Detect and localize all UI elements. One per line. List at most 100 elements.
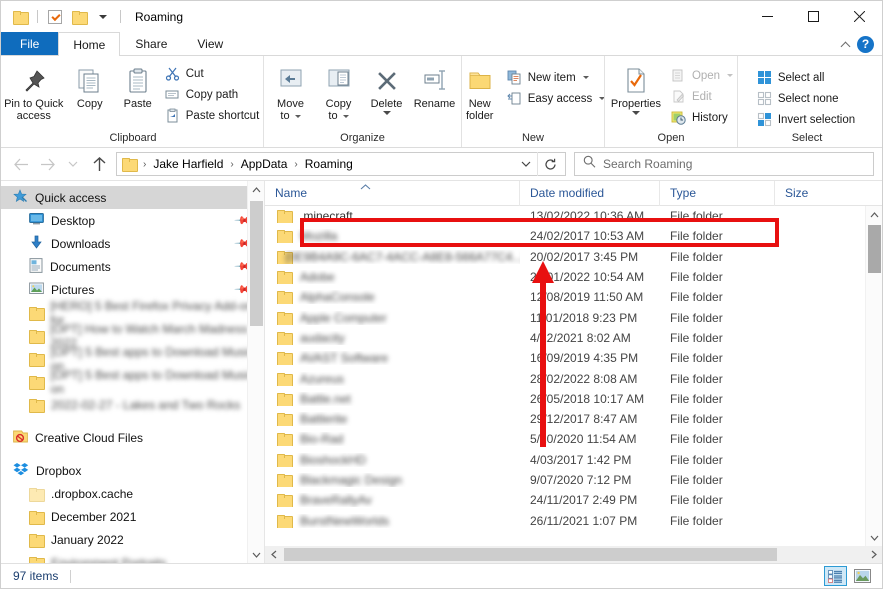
cut-button[interactable]: Cut [162,63,265,84]
table-row[interactable]: audacity 4/12/2021 8:02 AM File folder [265,328,882,348]
file-name: Battlerite [300,412,348,427]
copy-to-button[interactable]: Copy to [315,61,363,125]
column-header-size[interactable]: Size [775,181,835,206]
navigation-scrollbar[interactable] [247,181,264,563]
tab-share[interactable]: Share [120,32,182,55]
customize-caret-icon[interactable] [92,6,114,28]
table-row[interactable]: Mozilla 24/02/2017 10:53 AM File folder [265,226,882,246]
tab-file[interactable]: File [1,32,59,55]
back-button[interactable] [9,152,33,176]
downloads-icon [29,235,44,253]
address-dropdown-icon[interactable] [515,153,537,175]
scroll-down-icon[interactable] [866,529,883,546]
close-button[interactable] [836,1,882,32]
copy-button[interactable]: Copy [66,61,114,113]
table-row[interactable]: Bio-Rad 5/10/2020 11:54 AM File folder [265,429,882,449]
pin-to-quick-access-button[interactable]: Pin to Quick access [2,61,66,125]
sidebar-item-december-2021[interactable]: December 2021 [1,505,264,528]
refresh-icon[interactable] [537,152,563,176]
tab-view[interactable]: View [182,32,238,55]
move-to-button[interactable]: Move to [267,61,315,125]
breadcrumb-item-appdata[interactable]: AppData [236,155,293,173]
delete-button[interactable]: Delete [363,61,411,118]
up-button[interactable] [87,152,111,176]
address-bar: › Jake Harfield › AppData › Roaming Sear… [1,148,882,180]
open-button[interactable]: Open [668,65,738,86]
table-row[interactable]: AVAST Software 16/09/2019 4:35 PM File f… [265,348,882,368]
sidebar-item-shared-folder[interactable]: Environment Portraits [1,551,264,563]
breadcrumb: › Jake Harfield › AppData › Roaming [141,155,515,173]
copy-path-button[interactable]: Copy path [162,84,265,105]
breadcrumb-item-roaming[interactable]: Roaming [300,155,358,173]
sidebar-item-documents[interactable]: Documents 📌 [1,255,264,278]
scroll-down-icon[interactable] [248,546,264,563]
table-row[interactable]: Blackmagic Design 9/07/2020 7:12 PM File… [265,470,882,490]
scroll-left-icon[interactable] [265,546,282,563]
sidebar-item-pinned-folder[interactable]: [OPT] 5 Best apps to Download Music on [1,368,264,396]
table-row[interactable]: Battle.net 26/05/2018 10:17 AM File fold… [265,389,882,409]
navigation-scroll-thumb[interactable] [250,201,263,326]
group-label-organize: Organize [340,132,385,144]
paste-shortcut-button[interactable]: Paste shortcut [162,105,265,126]
column-header-date-modified[interactable]: Date modified [520,180,660,206]
folder-icon[interactable] [9,6,31,28]
scroll-right-icon[interactable] [865,546,882,563]
help-icon[interactable]: ? [857,35,874,53]
invert-selection-button[interactable]: Invert selection [754,109,860,130]
easy-access-button[interactable]: Easy access [504,88,611,109]
column-header-name[interactable]: Name [265,180,520,206]
scroll-up-icon[interactable] [248,181,264,198]
sidebar-item-dropbox-cache[interactable]: .dropbox.cache [1,482,264,505]
table-row[interactable]: BraveRallyAv 24/11/2017 2:49 PM File fol… [265,490,882,510]
file-list-hscrollbar[interactable] [265,546,882,563]
sidebar-item-pinned-folder[interactable]: 2022-02-27 - Lakes and Two Rocks [1,393,264,416]
documents-icon [29,257,43,276]
sidebar-item-dropbox[interactable]: Dropbox [1,459,264,482]
table-row[interactable]: Apple Computer 11/01/2018 9:23 PM File f… [265,307,882,327]
new-folder-button[interactable]: New folder [456,61,504,125]
sidebar-item-january-2022[interactable]: January 2022 [1,528,264,551]
file-list-scrollbar[interactable] [865,206,882,546]
table-row[interactable]: Azureus 28/02/2022 8:08 AM File folder [265,368,882,388]
file-list-scroll-thumb[interactable] [868,225,881,273]
chevron-down-icon [294,114,301,118]
breadcrumb-item-user[interactable]: Jake Harfield [148,155,228,173]
table-row[interactable]: Battlerite 29/12/2017 8:47 AM File folde… [265,409,882,429]
sidebar-item-quick-access[interactable]: Quick access [1,186,264,209]
recent-locations-button[interactable] [61,152,85,176]
file-name: Adobe [300,270,335,285]
details-view-button[interactable] [824,566,847,586]
properties-checkbox-icon[interactable] [44,6,66,28]
minimize-button[interactable] [744,1,790,32]
select-all-button[interactable]: Select all [754,67,860,88]
new-item-button[interactable]: New item [504,67,611,88]
large-icons-view-button[interactable] [851,566,874,586]
table-row[interactable]: .minecraft 13/02/2022 10:36 AM File fold… [265,206,882,226]
new-folder-icon[interactable] [68,6,90,28]
sidebar-item-desktop[interactable]: Desktop 📌 [1,209,264,232]
select-none-button[interactable]: Select none [754,88,860,109]
forward-button[interactable] [35,152,59,176]
scroll-up-icon[interactable] [866,206,882,223]
search-input[interactable]: Search Roaming [574,152,874,176]
history-button[interactable]: History [668,107,738,128]
breadcrumb-bar[interactable]: › Jake Harfield › AppData › Roaming [116,152,566,176]
quick-access-toolbar [9,6,125,28]
maximize-button[interactable] [790,1,836,32]
chevron-up-icon[interactable] [842,40,851,49]
move-to-label-line1: Move [277,98,304,110]
sidebar-item-downloads[interactable]: Downloads 📌 [1,232,264,255]
tab-home[interactable]: Home [58,32,121,56]
table-row[interactable]: Adobe 23/01/2022 10:54 AM File folder [265,267,882,287]
table-row[interactable]: BurstNewWorlds 26/11/2021 1:07 PM File f… [265,510,882,530]
sidebar-item-creative-cloud-files[interactable]: Creative Cloud Files [1,426,264,449]
file-list-hscroll-thumb[interactable] [284,548,777,561]
edit-button[interactable]: Edit [668,86,738,107]
table-row[interactable]: AlphaConsole 12/08/2019 11:50 AM File fo… [265,287,882,307]
sidebar-item-label: Documents [50,259,111,274]
properties-button[interactable]: Properties [604,61,668,118]
column-header-type[interactable]: Type [660,180,775,206]
table-row[interactable]: BioshockHD 4/03/2017 1:42 PM File folder [265,450,882,470]
paste-button[interactable]: Paste [114,61,162,113]
table-row[interactable]: {0E9B4A9C-6AC7-4ACC-A8E8-566A77C4...} 20… [265,247,882,267]
